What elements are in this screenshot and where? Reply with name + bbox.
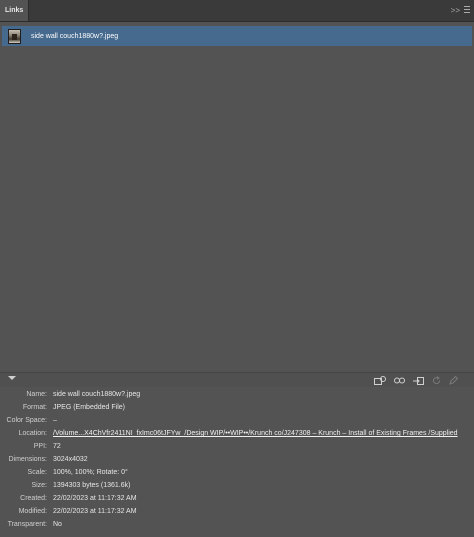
info-label: Scale: [27, 469, 47, 476]
info-row-scale: Scale: 100%, 100%; Rotate: 0° [0, 466, 474, 479]
list-item[interactable]: side wall couch1880w?.jpeg [2, 26, 472, 46]
link-filename: side wall couch1880w?.jpeg [31, 32, 119, 40]
info-label: Name: [26, 391, 47, 398]
info-value: 72 [53, 443, 61, 450]
info-label: Location: [18, 430, 47, 437]
link-info-section: Name: side wall couch1880w?.jpeg Format:… [0, 388, 474, 537]
image-thumbnail-icon [8, 28, 21, 44]
relink-from-cc-icon[interactable] [374, 375, 386, 385]
links-toolbar [0, 372, 474, 387]
info-value: No [53, 521, 62, 528]
info-row-created: Created: 22/02/2023 at 11:17:32 AM [0, 492, 474, 505]
info-label: PPI: [33, 443, 47, 450]
info-row-size: Size: 1394303 bytes (1361.6k) [0, 479, 474, 492]
info-label: Color Space: [6, 417, 47, 424]
info-row-ppi: PPI: 72 [0, 440, 474, 453]
panel-menu-icon[interactable] [464, 5, 470, 16]
info-row-modified: Modified: 22/02/2023 at 11:17:32 AM [0, 505, 474, 518]
info-row-dimensions: Dimensions: 3024x4032 [0, 453, 474, 466]
info-label: Format: [22, 404, 47, 411]
info-label: Dimensions: [8, 456, 47, 463]
info-row-transparent: Transparent: No [0, 518, 474, 531]
edit-original-icon[interactable] [449, 375, 458, 385]
info-label: Modified: [18, 508, 47, 515]
info-value: JPEG (Embedded File) [53, 404, 125, 411]
go-to-link-icon[interactable] [413, 376, 424, 385]
info-value: 22/02/2023 at 11:17:32 AM [53, 508, 137, 515]
info-value: 3024x4032 [53, 456, 88, 463]
links-panel: Links >> side wall couch1880w?.jpeg Name… [0, 0, 474, 537]
panel-controls: >> [451, 0, 470, 21]
info-label: Created: [20, 495, 47, 502]
relink-icon[interactable] [394, 377, 405, 384]
show-link-info-toggle-icon[interactable] [8, 376, 16, 380]
info-value: side wall couch1880w?.jpeg [53, 391, 141, 398]
info-row-name: Name: side wall couch1880w?.jpeg [0, 388, 474, 401]
info-label: Size: [31, 482, 47, 489]
links-list: side wall couch1880w?.jpeg [2, 24, 472, 369]
info-value: 1394303 bytes (1361.6k) [53, 482, 131, 489]
info-row-color-space: Color Space: – [0, 414, 474, 427]
info-label: Transparent: [7, 521, 47, 528]
update-link-icon[interactable] [432, 375, 441, 385]
info-value: 100%, 100%; Rotate: 0° [53, 469, 128, 476]
info-row-location: Location: /Volume...X4ChVfr2411NI_fxImc0… [0, 427, 474, 440]
tab-links[interactable]: Links [0, 0, 29, 21]
toolbar-icons [374, 374, 458, 386]
info-value: – [53, 417, 57, 424]
info-value: 22/02/2023 at 11:17:32 AM [53, 495, 137, 502]
expand-panel-icon[interactable]: >> [451, 6, 460, 15]
location-link[interactable]: /Volume...X4ChVfr2411NI_fxImc06tJFYw_/De… [53, 427, 458, 440]
panel-tab-bar: Links >> [0, 0, 474, 22]
info-row-format: Format: JPEG (Embedded File) [0, 401, 474, 414]
